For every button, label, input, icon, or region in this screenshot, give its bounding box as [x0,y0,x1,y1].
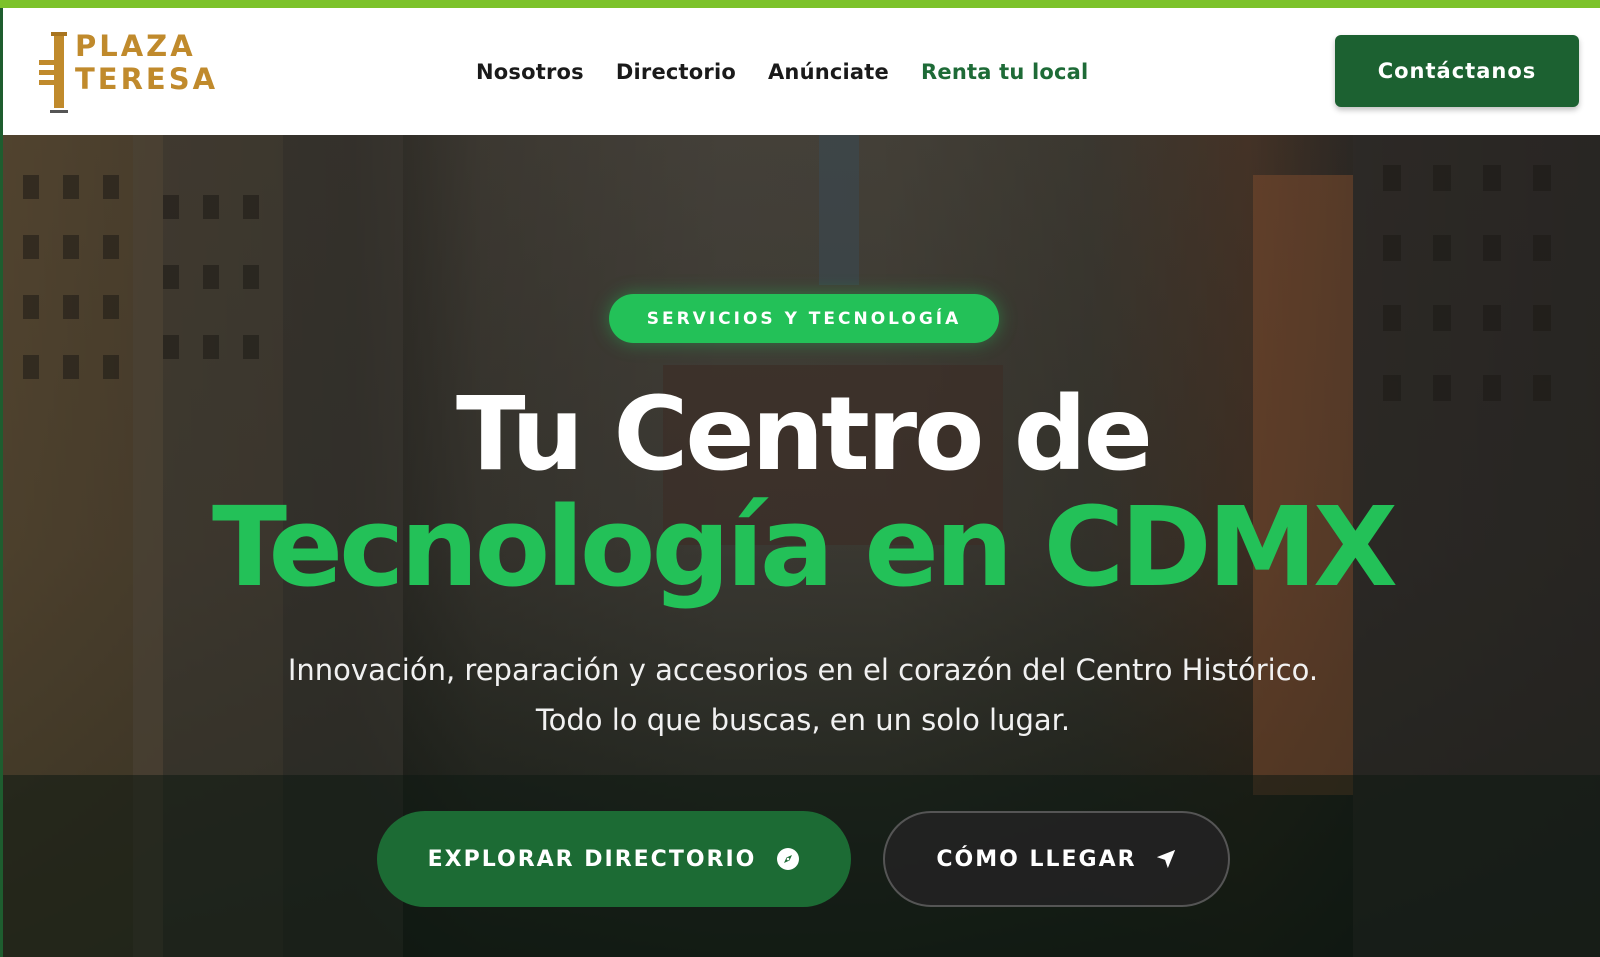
hero-title-line2: Tecnología en CDMX [212,483,1398,611]
contact-button[interactable]: Contáctanos [1335,35,1579,107]
category-badge: SERVICIOS Y TECNOLOGÍA [609,294,999,343]
directions-label: CÓMO LLEGAR [936,846,1137,872]
navigation-arrow-icon [1155,848,1177,870]
nav-item-renta-tu-local[interactable]: Renta tu local [921,60,1088,84]
nav-item-anunciate[interactable]: Anúnciate [768,60,889,84]
logo-mark-icon [39,32,68,113]
hero-section: SERVICIOS Y TECNOLOGÍA Tu Centro de Tecn… [0,135,1600,957]
top-accent-bar [0,0,1600,8]
plaza-teresa-logo[interactable]: PLAZA TERESA [37,30,217,116]
nav-item-nosotros[interactable]: Nosotros [476,60,584,84]
nav-item-directorio[interactable]: Directorio [616,60,736,84]
logo-line1: PLAZA [75,29,196,63]
site-header: PLAZA TERESA Nosotros Directorio Anúncia… [0,8,1600,135]
explore-directory-label: EXPLORAR DIRECTORIO [427,846,757,872]
logo-line2: TERESA [75,62,219,96]
main-nav: Nosotros Directorio Anúnciate Renta tu l… [476,60,1088,84]
compass-icon [776,847,800,871]
logo-wordmark: PLAZA TERESA [75,30,218,96]
hero-subtitle-line1: Innovación, reparación y accesorios en e… [287,653,1319,687]
directions-button[interactable]: CÓMO LLEGAR [883,811,1230,907]
hero-title-line1: Tu Centro de [456,375,1153,494]
explore-directory-button[interactable]: EXPLORAR DIRECTORIO [377,811,851,907]
hero-subtitle-line2: Todo lo que buscas, en un solo lugar. [535,703,1071,737]
